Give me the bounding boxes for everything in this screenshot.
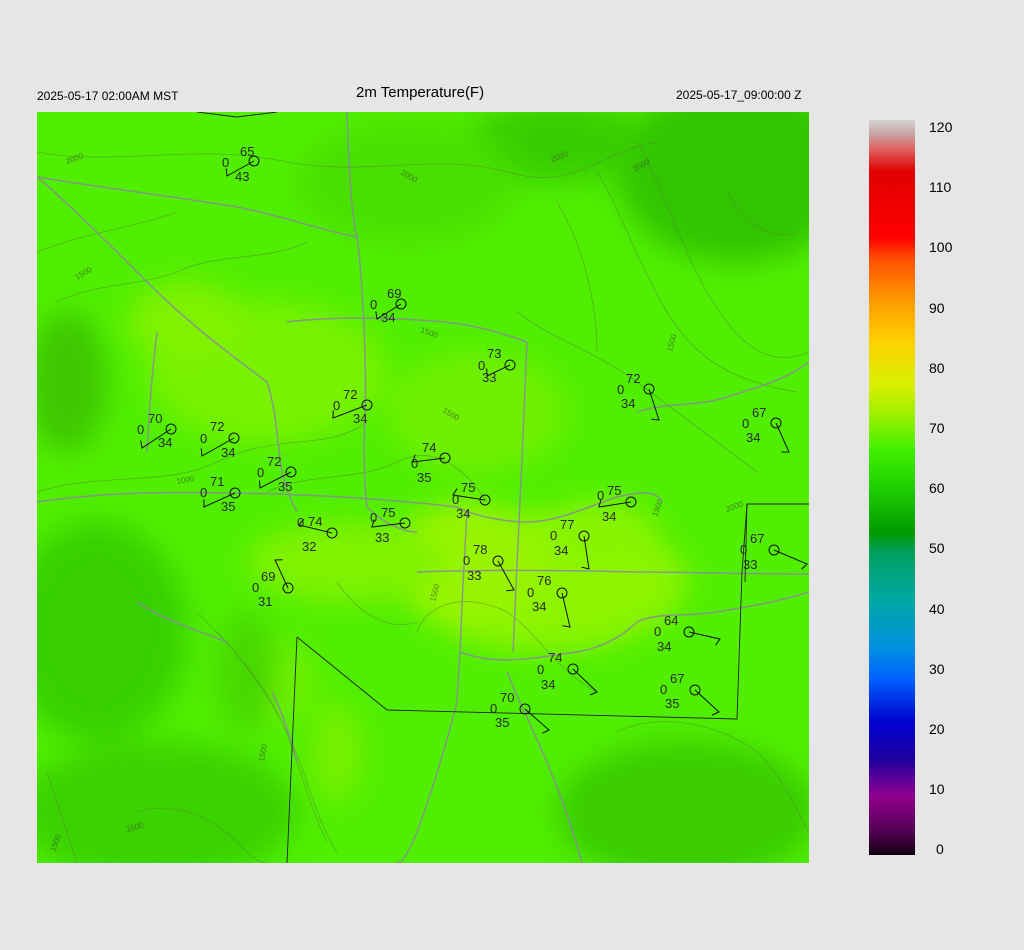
station-cloud-cover: 0: [137, 422, 144, 437]
station-cloud-cover: 0: [660, 682, 667, 697]
station-temperature: 74: [548, 650, 562, 665]
station-temperature: 67: [752, 405, 766, 420]
station-dewpoint: 32: [302, 539, 316, 554]
station-dewpoint: 34: [621, 396, 635, 411]
colorbar-tick-label: 0: [936, 841, 944, 858]
station-dewpoint: 34: [746, 430, 760, 445]
station-cloud-cover: 0: [411, 456, 418, 471]
station-dewpoint: 33: [743, 557, 757, 572]
colorbar-tick-label: 100: [929, 239, 953, 256]
station-dewpoint: 34: [381, 310, 395, 325]
colorbar-tick-label: 40: [929, 600, 945, 617]
colorbar-tick-label: 110: [929, 179, 952, 196]
station-temperature: 75: [461, 480, 475, 495]
station-temperature: 72: [626, 371, 640, 386]
station-temperature: 78: [473, 542, 487, 557]
station-dewpoint: 34: [456, 506, 470, 521]
station-cloud-cover: 0: [252, 580, 259, 595]
station-dewpoint: 31: [258, 594, 272, 609]
station-cloud-cover: 0: [370, 297, 377, 312]
station-cloud-cover: 0: [617, 382, 624, 397]
station-dewpoint: 33: [375, 530, 389, 545]
valid-time-utc: 2025-05-17_09:00:00 Z: [676, 88, 802, 102]
station-cloud-cover: 0: [537, 662, 544, 677]
station-temperature: 70: [148, 411, 162, 426]
station-temperature: 70: [500, 690, 514, 705]
colorbar-tick-label: 20: [929, 721, 945, 737]
station-temperature: 72: [267, 454, 281, 469]
station-dewpoint: 34: [554, 543, 568, 558]
map-title: 2m Temperature(F): [356, 84, 485, 101]
colorbar-tick-label: 70: [929, 420, 945, 436]
station-dewpoint: 33: [467, 568, 481, 583]
station-temperature: 67: [670, 671, 684, 686]
station-dewpoint: 34: [353, 411, 367, 426]
colorbar-gradient: [869, 120, 915, 855]
station-temperature: 71: [210, 474, 224, 489]
station-temperature: 76: [537, 573, 551, 588]
station-cloud-cover: 0: [742, 416, 749, 431]
station-cloud-cover: 0: [452, 492, 459, 507]
station-temperature: 67: [750, 531, 764, 546]
station-temperature: 74: [308, 514, 322, 529]
station-dewpoint: 33: [482, 370, 496, 385]
colorbar-tick-label: 10: [929, 781, 945, 798]
station-temperature: 69: [261, 569, 275, 584]
station-dewpoint: 35: [278, 479, 292, 494]
station-cloud-cover: 0: [490, 701, 497, 716]
colorbar-tick-label: 50: [929, 540, 945, 557]
station-temperature: 65: [240, 144, 254, 159]
station-temperature: 75: [607, 483, 621, 498]
station-cloud-cover: 0: [370, 510, 377, 525]
station-temperature: 69: [387, 286, 401, 301]
station-cloud-cover: 0: [200, 431, 207, 446]
colorbar-tick-label: 90: [929, 299, 945, 316]
station-cloud-cover: 0: [333, 398, 340, 413]
station-cloud-cover: 0: [200, 485, 207, 500]
station-dewpoint: 34: [602, 509, 616, 524]
station-cloud-cover: 0: [222, 155, 229, 170]
station-dewpoint: 43: [235, 169, 249, 184]
station-dewpoint: 34: [158, 435, 172, 450]
station-cloud-cover: 0: [463, 553, 470, 568]
temperature-map: 2000 1500 1500 1000 1500 1500 2000 2000 …: [37, 112, 809, 863]
station-temperature: 72: [343, 387, 357, 402]
station-dewpoint: 34: [221, 445, 235, 460]
station-temperature: 73: [487, 346, 501, 361]
station-temperature: 77: [560, 517, 574, 532]
colorbar-tick-label: 80: [929, 359, 945, 376]
station-cloud-cover: 0: [527, 585, 534, 600]
station-dewpoint: 34: [541, 677, 555, 692]
colorbar-tick-label: 120: [929, 119, 953, 135]
station-dewpoint: 35: [417, 470, 431, 485]
station-dewpoint: 34: [532, 599, 546, 614]
station-dewpoint: 35: [221, 499, 235, 514]
station-cloud-cover: 0: [550, 528, 557, 543]
station-cloud-cover: 0: [740, 542, 747, 557]
station-cloud-cover: 0: [257, 465, 264, 480]
station-cloud-cover: 0: [654, 624, 661, 639]
station-dewpoint: 34: [657, 639, 671, 654]
station-temperature: 64: [664, 613, 678, 628]
station-temperature: 75: [381, 505, 395, 520]
station-cloud-cover: 0: [597, 488, 604, 503]
station-dewpoint: 35: [495, 715, 509, 730]
valid-time-local: 2025-05-17 02:00AM MST: [37, 89, 179, 103]
temperature-colorbar: [869, 120, 915, 855]
station-cloud-cover: 0: [297, 515, 304, 530]
map-canvas: 2000 1500 1500 1000 1500 1500 2000 2000 …: [37, 112, 809, 863]
station-temperature: 74: [422, 440, 436, 455]
colorbar-tick-label: 30: [929, 660, 945, 677]
station-temperature: 72: [210, 419, 224, 434]
colorbar-tick-label: 60: [929, 480, 945, 497]
station-dewpoint: 35: [665, 696, 679, 711]
